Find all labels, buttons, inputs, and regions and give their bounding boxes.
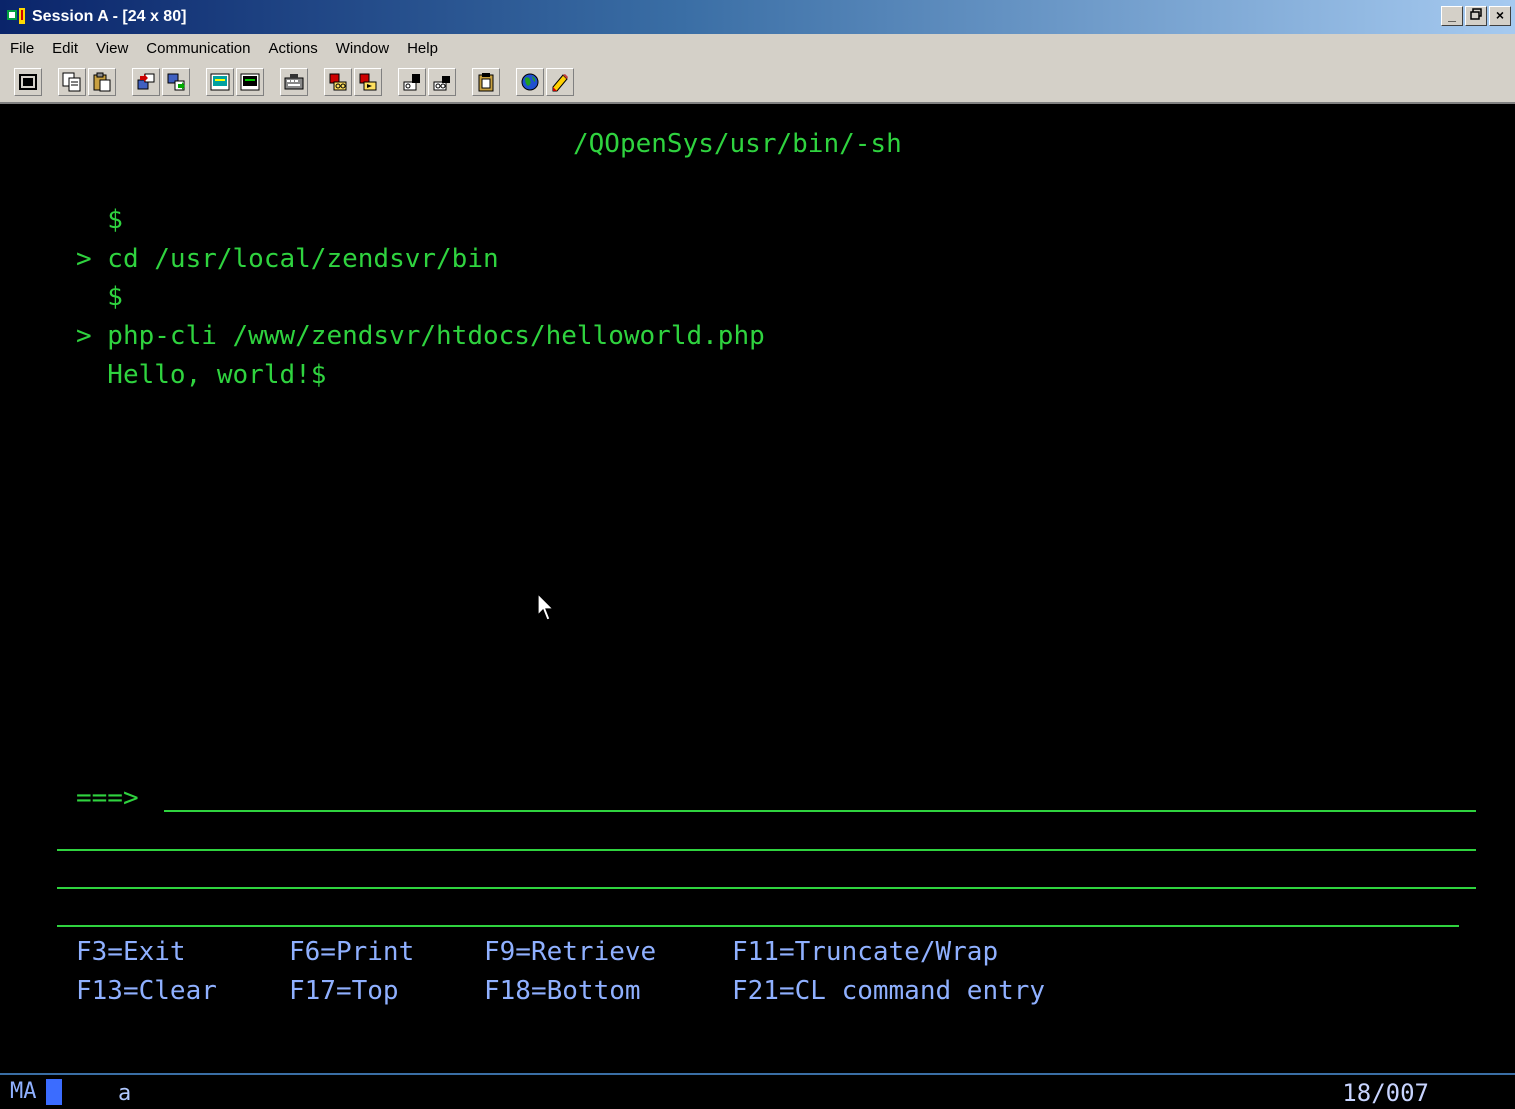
macro-record-icon[interactable] [324,68,352,96]
menu-window[interactable]: Window [327,40,398,57]
paste-icon[interactable] [88,68,116,96]
copy-icon[interactable] [58,68,86,96]
macro-play-icon[interactable] [354,68,382,96]
screen-icon[interactable] [206,68,234,96]
cursor-position: 18/007 [1342,1079,1429,1107]
fkey-truncate-wrap[interactable]: F11=Truncate/Wrap [732,937,998,967]
fkey-retrieve[interactable]: F9=Retrieve [484,937,656,967]
menu-view[interactable]: View [87,40,137,57]
minimize-button[interactable]: _ [1441,6,1463,26]
receive-file-icon[interactable] [162,68,190,96]
command-input-line-1[interactable] [164,810,1476,812]
fkey-cl-command-entry[interactable]: F21=CL command entry [732,976,1045,1006]
mouse-pointer-icon [537,592,555,627]
command-input-line-3[interactable] [57,887,1476,889]
terminal-line: Hello, world!$ [76,360,327,390]
macro-edit-icon[interactable] [428,68,456,96]
menu-actions[interactable]: Actions [260,40,327,57]
fkey-print[interactable]: F6=Print [289,937,414,967]
menu-bar: File Edit View Communication Actions Win… [0,34,1515,62]
window-titlebar: Session A - [24 x 80] _ × [0,0,1515,34]
terminal-line: $ [76,282,123,312]
terminal-line: $ [76,205,123,235]
command-prompt: ===> [76,783,139,813]
menu-help[interactable]: Help [398,40,447,57]
menu-communication[interactable]: Communication [137,40,259,57]
command-input-line-4[interactable] [57,925,1459,927]
fkey-bottom[interactable]: F18=Bottom [484,976,641,1006]
terminal-line: > php-cli /www/zendsvr/htdocs/helloworld… [76,321,765,351]
display-icon[interactable] [14,68,42,96]
close-button[interactable]: × [1489,6,1511,26]
keyboard-icon[interactable] [280,68,308,96]
toolbar [0,62,1515,104]
status-bar: MA a 18/007 [0,1073,1515,1109]
status-cursor-block [46,1079,62,1105]
menu-file[interactable]: File [0,40,43,57]
fkey-top[interactable]: F17=Top [289,976,399,1006]
command-input-line-2[interactable] [57,849,1476,851]
maximize-button[interactable] [1465,6,1487,26]
terminal-screen[interactable]: /QOpenSys/usr/bin/-sh $ > cd /usr/local/… [10,104,1515,1073]
window-title: Session A - [24 x 80] [32,8,187,25]
fkey-exit[interactable]: F3=Exit [76,937,186,967]
session-app-icon[interactable] [6,6,28,28]
globe-icon[interactable] [516,68,544,96]
status-indicator: a [118,1081,132,1106]
terminal-header: /QOpenSys/usr/bin/-sh [573,129,902,159]
fkey-clear[interactable]: F13=Clear [76,976,217,1006]
screen-alt-icon[interactable] [236,68,264,96]
terminal-line: > cd /usr/local/zendsvr/bin [76,244,499,274]
clipboard-icon[interactable] [472,68,500,96]
help-pencil-icon[interactable] [546,68,574,96]
menu-edit[interactable]: Edit [43,40,87,57]
macro-stop-icon[interactable] [398,68,426,96]
status-mode: MA [10,1079,37,1104]
send-file-icon[interactable] [132,68,160,96]
restore-icon [1470,8,1482,20]
